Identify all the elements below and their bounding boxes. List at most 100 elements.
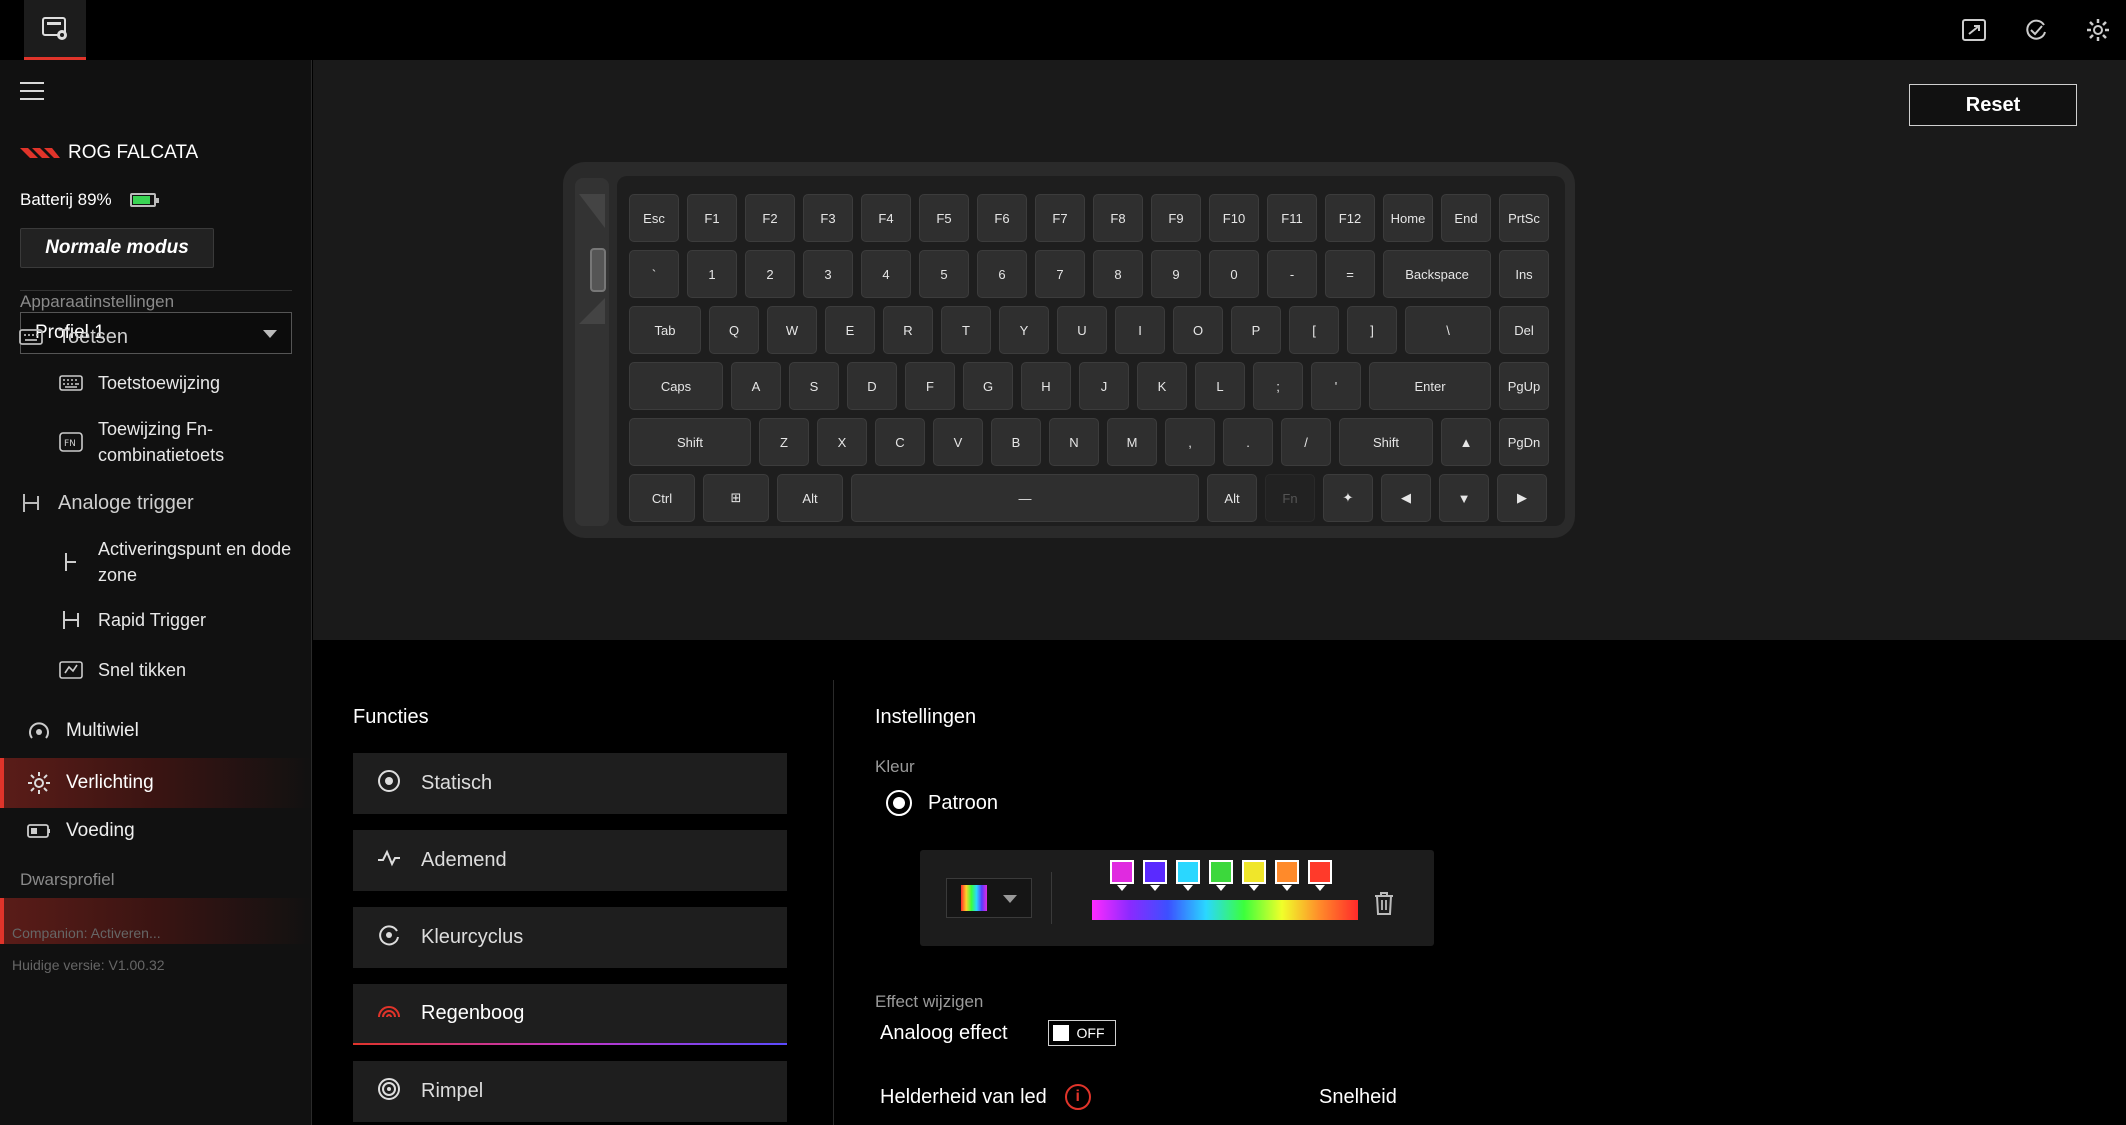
key[interactable]: M [1107, 418, 1157, 466]
key[interactable]: W [767, 306, 817, 354]
key[interactable]: - [1267, 250, 1317, 298]
key[interactable]: ` [629, 250, 679, 298]
key[interactable]: Alt [1207, 474, 1257, 522]
trash-icon[interactable] [1372, 890, 1396, 916]
key[interactable]: O [1173, 306, 1223, 354]
key[interactable]: PrtSc [1499, 194, 1549, 242]
key[interactable]: Ctrl [629, 474, 695, 522]
key[interactable]: F11 [1267, 194, 1317, 242]
radio-selected[interactable] [886, 790, 912, 816]
key[interactable]: ✦ [1323, 474, 1373, 522]
update-check-icon[interactable] [2022, 16, 2050, 44]
key[interactable]: / [1281, 418, 1331, 466]
color-stop[interactable] [1176, 860, 1200, 891]
key[interactable]: ▼ [1439, 474, 1489, 522]
key[interactable]: 2 [745, 250, 795, 298]
key[interactable]: E [825, 306, 875, 354]
color-stop[interactable] [1275, 860, 1299, 891]
key[interactable]: 7 [1035, 250, 1085, 298]
key[interactable]: Fn [1265, 474, 1315, 522]
reset-button[interactable]: Reset [1909, 84, 2077, 126]
key[interactable]: F9 [1151, 194, 1201, 242]
key[interactable]: Q [709, 306, 759, 354]
key[interactable]: ◀ [1381, 474, 1431, 522]
func-breathing[interactable]: Ademend [353, 830, 787, 891]
key[interactable]: 5 [919, 250, 969, 298]
key[interactable]: PgUp [1499, 362, 1549, 410]
key[interactable]: F10 [1209, 194, 1259, 242]
nav-keys[interactable]: Toetsen [0, 314, 311, 360]
func-color-cycle[interactable]: Kleurcyclus [353, 907, 787, 968]
key[interactable]: Backspace [1383, 250, 1491, 298]
key[interactable]: R [883, 306, 933, 354]
func-ripple[interactable]: Rimpel [353, 1061, 787, 1122]
nav-rapid-trigger[interactable]: Rapid Trigger [0, 600, 311, 640]
key[interactable]: End [1441, 194, 1491, 242]
key[interactable]: ; [1253, 362, 1303, 410]
key[interactable]: Shift [1339, 418, 1433, 466]
key[interactable]: . [1223, 418, 1273, 466]
device-tab[interactable] [24, 0, 86, 60]
analog-toggle[interactable]: OFF [1047, 1020, 1116, 1046]
key[interactable]: Del [1499, 306, 1549, 354]
key[interactable]: V [933, 418, 983, 466]
key[interactable]: Home [1383, 194, 1433, 242]
key[interactable]: 4 [861, 250, 911, 298]
nav-multiwheel[interactable]: Multiwiel [0, 708, 311, 754]
key[interactable]: 6 [977, 250, 1027, 298]
key[interactable]: 1 [687, 250, 737, 298]
key[interactable]: F12 [1325, 194, 1375, 242]
dial-knob[interactable] [590, 248, 606, 292]
key[interactable]: F [905, 362, 955, 410]
key[interactable]: F1 [687, 194, 737, 242]
key[interactable]: ⊞ [703, 474, 769, 522]
key[interactable]: ] [1347, 306, 1397, 354]
key[interactable]: X [817, 418, 867, 466]
color-stop[interactable] [1143, 860, 1167, 891]
mode-button[interactable]: Normale modus [20, 228, 214, 268]
key[interactable]: J [1079, 362, 1129, 410]
nav-lighting-active[interactable]: Verlichting [0, 758, 311, 808]
key[interactable]: Z [759, 418, 809, 466]
key[interactable]: C [875, 418, 925, 466]
key[interactable]: A [731, 362, 781, 410]
key[interactable]: — [851, 474, 1199, 522]
key[interactable]: Enter [1369, 362, 1491, 410]
key[interactable]: F3 [803, 194, 853, 242]
info-icon[interactable]: i [1064, 1084, 1091, 1110]
key[interactable]: F2 [745, 194, 795, 242]
nav-quick-tap[interactable]: Snel tikken [0, 650, 311, 690]
key[interactable]: \ [1405, 306, 1491, 354]
nav-key-assignment[interactable]: Toetstoewijzing [0, 363, 311, 403]
key[interactable]: D [847, 362, 897, 410]
key[interactable]: U [1057, 306, 1107, 354]
key[interactable]: 9 [1151, 250, 1201, 298]
nav-actuation[interactable]: Activeringspunt en dode zone [0, 530, 311, 594]
screenshot-icon[interactable] [1960, 16, 1988, 44]
nav-fn-assignment[interactable]: FN Toewijzing Fn-combinatietoets [0, 410, 311, 474]
key[interactable]: [ [1289, 306, 1339, 354]
key[interactable]: , [1165, 418, 1215, 466]
key[interactable]: Alt [777, 474, 843, 522]
key[interactable]: Shift [629, 418, 751, 466]
key[interactable]: Ins [1499, 250, 1549, 298]
key[interactable]: I [1115, 306, 1165, 354]
key[interactable]: Tab [629, 306, 701, 354]
key[interactable]: S [789, 362, 839, 410]
menu-icon[interactable] [20, 82, 44, 100]
key[interactable]: L [1195, 362, 1245, 410]
key[interactable]: K [1137, 362, 1187, 410]
color-stop[interactable] [1110, 860, 1134, 891]
key[interactable]: H [1021, 362, 1071, 410]
nav-analog-trigger[interactable]: Analoge trigger [0, 480, 311, 526]
color-stop[interactable] [1242, 860, 1266, 891]
key[interactable]: PgDn [1499, 418, 1549, 466]
gradient-bar[interactable] [1092, 900, 1358, 920]
key[interactable]: ▲ [1441, 418, 1491, 466]
key[interactable]: N [1049, 418, 1099, 466]
key[interactable]: G [963, 362, 1013, 410]
key[interactable]: F8 [1093, 194, 1143, 242]
func-rainbow[interactable]: Regenboog [353, 984, 787, 1045]
key[interactable]: ' [1311, 362, 1361, 410]
key[interactable]: = [1325, 250, 1375, 298]
